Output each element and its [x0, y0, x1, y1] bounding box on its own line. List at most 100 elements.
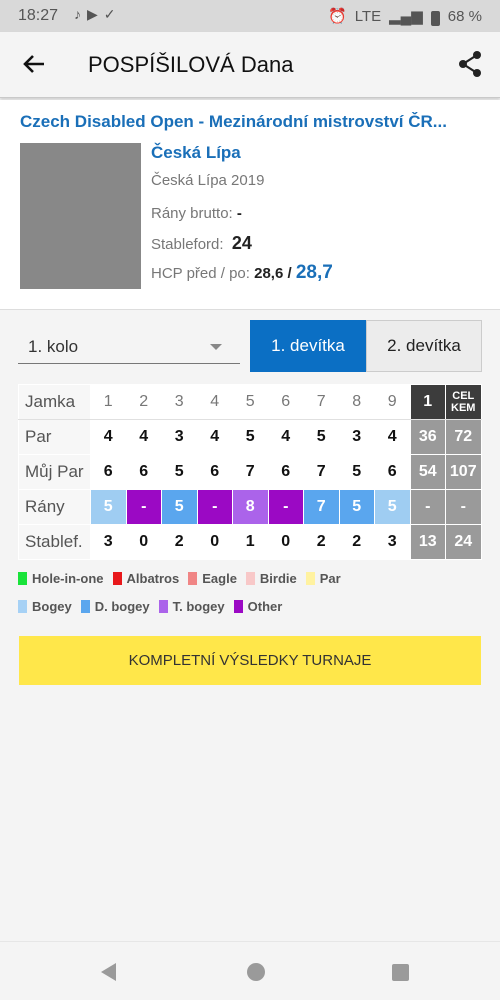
stableford-cell: 3 — [90, 524, 127, 560]
stableford-cell: 2 — [161, 524, 198, 560]
par-cell: 3 — [161, 419, 198, 455]
strokes-cell: 5 — [374, 489, 411, 525]
legend-label: Other — [247, 599, 283, 614]
hcp-separator: / — [287, 265, 292, 282]
my-par-cell: 6 — [90, 454, 127, 490]
legend-swatch — [158, 600, 168, 613]
legend-swatch — [233, 600, 243, 613]
legend-swatch — [112, 572, 122, 585]
app-bar: POSPÍŠILOVÁ Dana — [0, 32, 500, 98]
par-cell: 5 — [303, 419, 340, 455]
legend-label: Bogey — [32, 599, 72, 614]
hole-row: Jamka 1 2 3 4 5 6 7 8 9 1 CEL KEM — [18, 384, 482, 420]
my-par-cell: 6 — [267, 454, 304, 490]
strokes-cell: - — [267, 489, 304, 525]
legend-item: Par — [305, 571, 341, 586]
full-results-button[interactable]: KOMPLETNÍ VÝSLEDKY TURNAJE — [19, 636, 481, 685]
strokes-cell: 8 — [232, 489, 269, 525]
player-photo — [20, 143, 141, 289]
round-select[interactable]: 1. kolo — [18, 330, 240, 364]
legend-item: Eagle — [188, 571, 237, 586]
signal-icon: ▂▄▆ — [389, 8, 423, 25]
hole-number: 1 — [90, 384, 127, 420]
strokes-cell: - — [196, 489, 233, 525]
legend-swatch — [18, 600, 27, 613]
player-tournament-card: Czech Disabled Open - Mezinárodní mistro… — [0, 100, 500, 310]
battery-level: 68 % — [447, 7, 482, 25]
nav-back-icon[interactable] — [101, 963, 116, 981]
strokes-cell: 5 — [90, 489, 127, 525]
legend-item: Hole-in-one — [18, 571, 104, 586]
strokes-cell: 5 — [161, 489, 198, 525]
stableford-cell: 1 — [232, 524, 269, 560]
legend-label: T. bogey — [172, 599, 225, 614]
share-icon[interactable] — [454, 48, 486, 80]
par-cell: 4 — [125, 419, 162, 455]
nav-home-icon[interactable] — [247, 963, 265, 981]
tournament-title[interactable]: Czech Disabled Open - Mezinárodní mistro… — [20, 112, 480, 132]
row-label: Rány — [18, 489, 91, 525]
strokes-row: Rány 5 - 5 - 8 - 7 5 5 - - — [18, 489, 482, 525]
strokes-total-round: - — [409, 489, 446, 525]
legend-swatch — [245, 572, 255, 585]
par-total-overall: 72 — [445, 419, 482, 455]
legend-item: Other — [233, 599, 283, 614]
tab-second-nine[interactable]: 2. devítka — [366, 320, 482, 372]
my-par-cell: 6 — [196, 454, 233, 490]
brutto-line: Rány brutto: - — [151, 205, 242, 222]
legend-swatch — [18, 572, 27, 585]
hcp-before: 28,6 — [254, 265, 284, 282]
row-label: Jamka — [18, 384, 91, 420]
brutto-label: Rány brutto: — [151, 205, 233, 222]
stableford-row: Stablef. 3 0 2 0 1 0 2 2 3 13 24 — [18, 524, 482, 560]
par-cell: 4 — [374, 419, 411, 455]
legend-label: D. bogey — [94, 599, 150, 614]
nav-recent-apps-icon[interactable] — [392, 964, 409, 981]
battery-icon — [430, 10, 440, 26]
hole-number: 7 — [303, 384, 340, 420]
legend-label: Birdie — [259, 571, 297, 586]
total-header-overall: CEL KEM — [445, 384, 482, 420]
par-cell: 4 — [90, 419, 127, 455]
my-par-cell: 7 — [303, 454, 340, 490]
brutto-value: - — [236, 205, 242, 222]
hole-number: 9 — [374, 384, 411, 420]
total-header-round: 1 — [409, 384, 446, 420]
hole-number: 4 — [196, 384, 233, 420]
hole-number: 5 — [232, 384, 269, 420]
stableford-cell: 0 — [125, 524, 162, 560]
status-bar: 18:27 ♪▶✓ ⏰ LTE ▂▄▆ 68 % — [0, 0, 500, 32]
round-select-value: 1. kolo — [28, 337, 79, 356]
par-cell: 5 — [232, 419, 269, 455]
hole-number: 8 — [338, 384, 375, 420]
legend-item: Albatros — [112, 571, 179, 586]
strokes-total-overall: - — [445, 489, 482, 525]
club-name[interactable]: Česká Lípa — [151, 143, 264, 163]
tab-first-nine[interactable]: 1. devítka — [250, 320, 366, 372]
stableford-line: Stableford: 24 — [151, 233, 252, 254]
hole-number: 6 — [267, 384, 304, 420]
strokes-cell: 7 — [303, 489, 340, 525]
my-par-total-round: 54 — [409, 454, 446, 490]
strokes-cell: 5 — [338, 489, 375, 525]
back-arrow-icon[interactable] — [20, 50, 50, 80]
hcp-line: HCP před / po: 28,6 / 28,7 — [151, 262, 333, 284]
stableford-total-overall: 24 — [445, 524, 482, 560]
scorecard-table: Jamka 1 2 3 4 5 6 7 8 9 1 CEL KEM Par 4 … — [18, 384, 482, 560]
tournament-info: Česká Lípa Česká Lípa 2019 Rány brutto: … — [151, 143, 333, 283]
hole-number: 3 — [161, 384, 198, 420]
legend-item: T. bogey — [158, 599, 225, 614]
stableford-cell: 0 — [196, 524, 233, 560]
legend-label: Hole-in-one — [32, 571, 104, 586]
legend-row-1: Hole-in-one Albatros Eagle Birdie Par — [18, 571, 341, 586]
hcp-after: 28,7 — [295, 262, 333, 283]
stableford-label: Stableford: — [151, 236, 224, 253]
stableford-value: 24 — [231, 233, 252, 253]
legend-item: Bogey — [18, 599, 72, 614]
page-title: POSPÍŠILOVÁ Dana — [88, 52, 294, 77]
dropdown-arrow-icon — [210, 344, 222, 350]
par-cell: 3 — [338, 419, 375, 455]
notification-icons: ♪▶✓ — [74, 6, 122, 22]
status-time: 18:27 — [18, 7, 59, 24]
my-par-cell: 5 — [338, 454, 375, 490]
